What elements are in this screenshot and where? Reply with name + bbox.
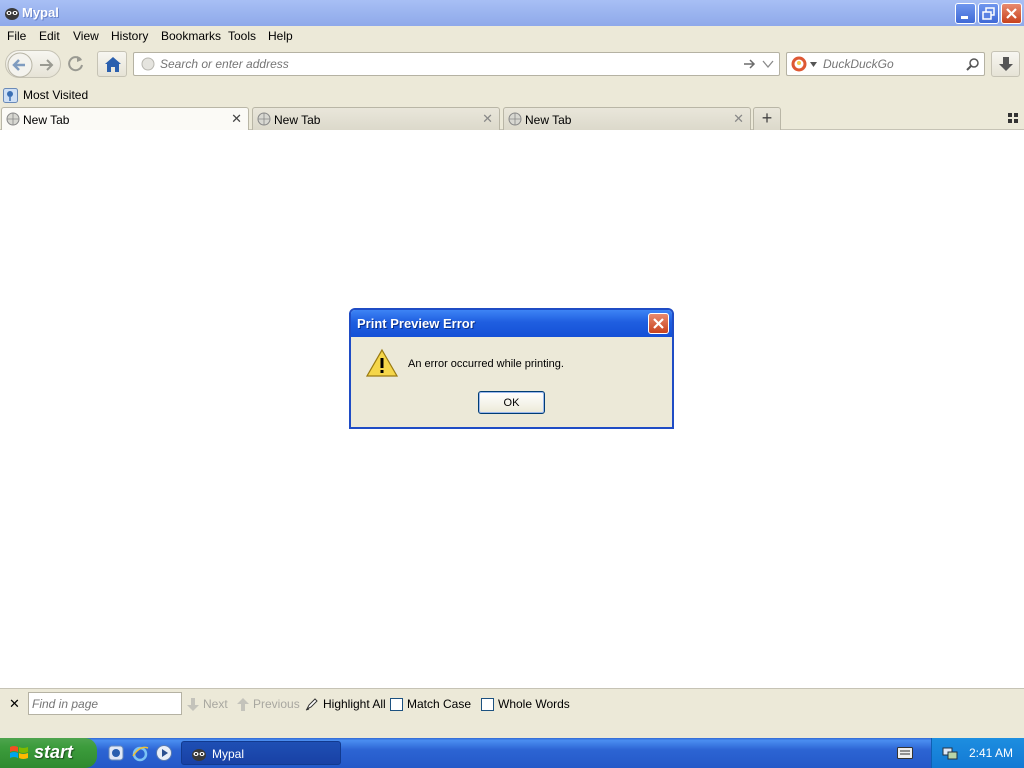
windows-flag-icon	[10, 746, 28, 759]
close-icon	[653, 318, 664, 329]
dialog-message: An error occurred while printing.	[408, 358, 564, 370]
ok-button[interactable]: OK	[478, 391, 545, 414]
find-bar: ✕ Next Previous Highlight All Match Case…	[0, 688, 1024, 718]
tab-label: New Tab	[525, 113, 572, 127]
restore-icon	[982, 7, 995, 20]
dropdown-arrow-icon[interactable]	[762, 60, 774, 68]
plus-icon: +	[761, 108, 773, 128]
mypal-app-icon	[192, 749, 206, 761]
window-title: Mypal	[22, 5, 59, 20]
engine-dropdown-icon[interactable]	[810, 62, 817, 67]
tab-3[interactable]: New Tab ✕	[503, 107, 751, 130]
most-visited-icon	[3, 87, 18, 103]
bookmarks-toolbar: Most Visited	[0, 84, 1024, 106]
tab-label: New Tab	[274, 113, 321, 127]
tab-2[interactable]: New Tab ✕	[252, 107, 500, 130]
menu-tools[interactable]: Tools	[228, 29, 256, 43]
close-button[interactable]	[1001, 3, 1022, 24]
tab-label: New Tab	[23, 113, 70, 127]
highlight-all-label: Highlight All	[323, 697, 386, 711]
menu-bar: File Edit View History Bookmarks Tools H…	[0, 26, 1024, 46]
find-field[interactable]	[28, 692, 182, 715]
checkbox-box[interactable]	[481, 697, 494, 711]
minimize-button[interactable]	[955, 3, 976, 24]
print-preview-error-dialog: Print Preview Error An error occurred wh…	[349, 308, 674, 429]
taskbar-item-mypal[interactable]: Mypal	[181, 741, 341, 765]
dialog-title: Print Preview Error	[357, 316, 475, 331]
menu-bookmarks[interactable]: Bookmarks	[161, 29, 221, 43]
minimize-icon	[961, 16, 968, 19]
address-input[interactable]	[160, 56, 740, 72]
mypal-app-icon	[5, 8, 19, 20]
find-input[interactable]	[32, 694, 180, 713]
clock[interactable]: 2:41 AM	[969, 746, 1013, 760]
back-forward-group	[5, 50, 61, 78]
navigation-toolbar	[0, 46, 1024, 84]
download-icon	[999, 57, 1013, 71]
most-visited-label: Most Visited	[23, 88, 89, 102]
whole-words-checkbox[interactable]: Whole Words	[481, 697, 570, 711]
back-arrow-icon[interactable]	[7, 52, 33, 78]
tab-close-icon[interactable]: ✕	[482, 111, 493, 127]
menu-edit[interactable]: Edit	[39, 29, 60, 43]
home-icon	[105, 57, 121, 72]
warning-icon	[366, 348, 398, 377]
menu-help[interactable]: Help	[268, 29, 293, 43]
taskbar: start Mypal 2:41 AM	[0, 738, 1024, 768]
home-button[interactable]	[97, 51, 127, 77]
globe-icon	[257, 112, 271, 126]
tab-1[interactable]: New Tab ✕	[1, 107, 249, 131]
internet-explorer-icon[interactable]	[131, 744, 149, 762]
network-icon[interactable]	[942, 745, 958, 761]
find-close-icon[interactable]: ✕	[9, 696, 20, 712]
highlight-all-button[interactable]: Highlight All	[305, 697, 386, 711]
system-tray: 2:41 AM	[931, 738, 1024, 768]
quicklaunch-window-icon[interactable]	[107, 744, 125, 762]
match-case-label: Match Case	[407, 697, 472, 711]
downloads-button[interactable]	[991, 51, 1020, 77]
globe-icon	[508, 112, 522, 126]
dialog-titlebar[interactable]: Print Preview Error	[351, 310, 672, 337]
find-previous-button[interactable]: Previous	[237, 697, 300, 711]
find-previous-label: Previous	[253, 697, 300, 711]
find-next-button[interactable]: Next	[187, 697, 228, 711]
match-case-checkbox[interactable]: Match Case	[390, 697, 471, 711]
status-bar	[0, 718, 1024, 738]
search-input[interactable]	[823, 56, 963, 72]
tab-close-icon[interactable]: ✕	[231, 111, 242, 127]
close-icon	[1006, 8, 1017, 19]
dialog-close-button[interactable]	[648, 313, 669, 334]
page-identity-icon	[141, 57, 155, 71]
window-titlebar[interactable]: Mypal	[0, 0, 1024, 26]
duckduckgo-icon[interactable]	[791, 56, 807, 72]
list-all-tabs-icon[interactable]	[1007, 112, 1019, 124]
forward-arrow-icon[interactable]	[37, 56, 55, 74]
down-arrow-icon	[187, 697, 199, 711]
media-player-icon[interactable]	[155, 744, 173, 762]
menu-view[interactable]: View	[73, 29, 99, 43]
highlighter-icon	[305, 698, 318, 711]
most-visited-bookmark[interactable]: Most Visited	[3, 87, 88, 103]
taskbar-item-label: Mypal	[212, 747, 245, 761]
menu-file[interactable]: File	[7, 29, 26, 43]
keyboard-icon[interactable]	[897, 747, 913, 759]
whole-words-label: Whole Words	[498, 697, 570, 711]
search-icon[interactable]	[966, 57, 980, 71]
restore-button[interactable]	[978, 3, 999, 24]
tab-strip: New Tab ✕ New Tab ✕ New Tab ✕ +	[0, 106, 1024, 131]
start-button[interactable]: start	[0, 738, 97, 768]
start-label: start	[34, 742, 74, 762]
checkbox-box[interactable]	[390, 697, 403, 711]
go-arrow-icon[interactable]	[743, 58, 757, 70]
search-bar[interactable]	[786, 52, 985, 76]
globe-icon	[6, 112, 20, 126]
new-tab-button[interactable]: +	[753, 107, 781, 130]
menu-history[interactable]: History	[111, 29, 148, 43]
address-bar[interactable]	[133, 52, 780, 76]
up-arrow-icon	[237, 697, 249, 711]
reload-icon[interactable]	[64, 52, 88, 76]
tab-close-icon[interactable]: ✕	[733, 111, 744, 127]
find-next-label: Next	[203, 697, 228, 711]
